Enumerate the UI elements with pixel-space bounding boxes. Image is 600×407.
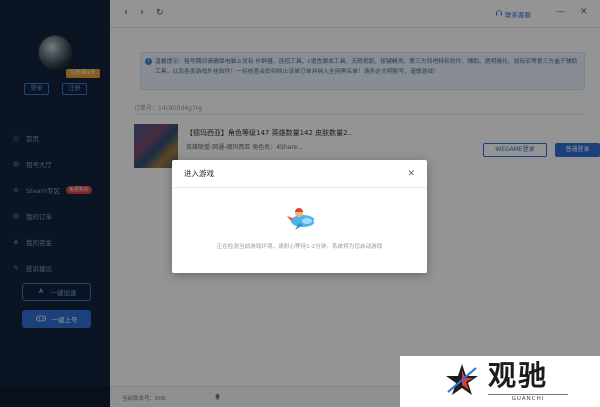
watermark-logo: 观驰 GUANCHI [400,356,600,407]
dialog-message: 正在检测当前游戏环境，请耐心等待1-2分钟，系统将为您启动游戏 [216,244,383,250]
close-icon[interactable]: ✕ [407,169,415,179]
enter-game-dialog: 进入游戏 ✕ 正在检测当前游戏环境，请耐心等待1-2分钟，系统将为您启动游戏 [172,160,427,273]
dialog-title: 进入游戏 [184,169,214,178]
dialog-header: 进入游戏 ✕ [172,160,427,188]
airplane-mascot-icon [287,208,317,230]
watermark-subtext: GUANCHI [488,394,568,402]
star-logo-icon [446,364,478,395]
watermark-text: 观驰 [488,359,549,392]
